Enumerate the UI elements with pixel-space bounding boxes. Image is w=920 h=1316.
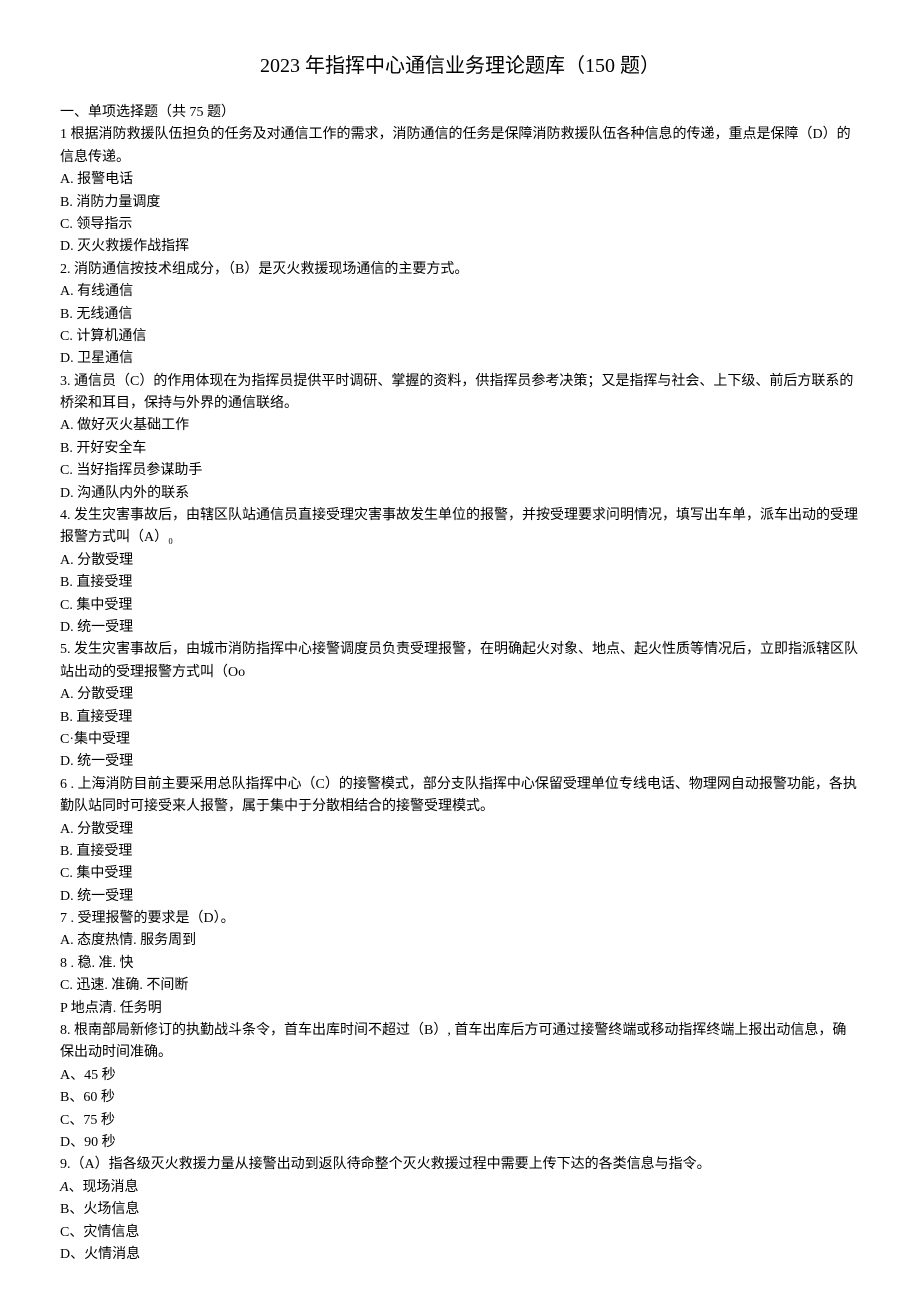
q8-option-c: C、75 秒 <box>60 1110 860 1132</box>
q9-option-a-prefix: A <box>60 1180 69 1195</box>
section-header: 一、单项选择题（共 75 题） <box>60 102 860 124</box>
q7-option-d: P 地点清. 任务明 <box>60 998 860 1020</box>
q8-option-d: D、90 秒 <box>60 1132 860 1154</box>
q1-option-a: A. 报警电话 <box>60 169 860 191</box>
q3-option-b: B. 开好安全车 <box>60 438 860 460</box>
q9-option-d: D、火情消息 <box>60 1244 860 1266</box>
q1-option-c: C. 领导指示 <box>60 214 860 236</box>
q3-option-c: C. 当好指挥员参谋助手 <box>60 460 860 482</box>
q7-option-a: A. 态度热情. 服务周到 <box>60 930 860 952</box>
q4-stem: 4. 发生灾害事故后，由辖区队站通信员直接受理灾害事故发生单位的报警，并按受理要… <box>60 505 860 550</box>
q3-stem: 3. 通信员（C）的作用体现在为指挥员提供平时调研、掌握的资料，供指挥员参考决策… <box>60 371 860 416</box>
q6-stem: 6 . 上海消防目前主要采用总队指挥中心（C）的接警模式，部分支队指挥中心保留受… <box>60 774 860 819</box>
q1-option-b: B. 消防力量调度 <box>60 192 860 214</box>
q7-option-c: C. 迅速. 准确. 不间断 <box>60 975 860 997</box>
q3-option-d: D. 沟通队内外的联系 <box>60 483 860 505</box>
q9-option-c: C、灾情信息 <box>60 1222 860 1244</box>
q5-stem: 5. 发生灾害事故后，由城市消防指挥中心接警调度员负责受理报警，在明确起火对象、… <box>60 639 860 684</box>
q9-option-a-rest: 、现场消息 <box>69 1180 139 1195</box>
q6-option-a: A. 分散受理 <box>60 819 860 841</box>
q4-option-c: C. 集中受理 <box>60 595 860 617</box>
q1-option-d: D. 灭火救援作战指挥 <box>60 236 860 258</box>
q8-option-b: B、60 秒 <box>60 1087 860 1109</box>
q9-option-b: B、火场信息 <box>60 1199 860 1221</box>
q8-option-a: A、45 秒 <box>60 1065 860 1087</box>
q6-option-c: C. 集中受理 <box>60 863 860 885</box>
q2-option-d: D. 卫星通信 <box>60 348 860 370</box>
q6-option-b: B. 直接受理 <box>60 841 860 863</box>
q7-stem: 7 . 受理报警的要求是（D）。 <box>60 908 860 930</box>
q7-option-b: 8 . 稳. 准. 快 <box>60 953 860 975</box>
q2-option-b: B. 无线通信 <box>60 304 860 326</box>
q5-option-c: C·集中受理 <box>60 729 860 751</box>
q5-option-d: D. 统一受理 <box>60 751 860 773</box>
q3-option-a: A. 做好灭火基础工作 <box>60 415 860 437</box>
q4-option-a: A. 分散受理 <box>60 550 860 572</box>
q2-option-a: A. 有线通信 <box>60 281 860 303</box>
q1-stem: 1 根据消防救援队伍担负的任务及对通信工作的需求，消防通信的任务是保障消防救援队… <box>60 124 860 169</box>
q5-option-b: B. 直接受理 <box>60 707 860 729</box>
q9-option-a: A、现场消息 <box>60 1177 860 1199</box>
page-title: 2023 年指挥中心通信业务理论题库（150 题） <box>60 50 860 82</box>
q2-option-c: C. 计算机通信 <box>60 326 860 348</box>
q8-stem: 8. 根南部局新修订的执勤战斗条令，首车出库时间不超过（B）, 首车出库后方可通… <box>60 1020 860 1065</box>
q6-option-d: D. 统一受理 <box>60 886 860 908</box>
q9-stem: 9.（A）指各级灭火救援力量从接警出动到返队待命整个灭火救援过程中需要上传下达的… <box>60 1154 860 1176</box>
q4-option-b: B. 直接受理 <box>60 572 860 594</box>
q2-stem: 2. 消防通信按技术组成分，（B）是灭火救援现场通信的主要方式。 <box>60 259 860 281</box>
q5-option-a: A. 分散受理 <box>60 684 860 706</box>
q4-option-d: D. 统一受理 <box>60 617 860 639</box>
